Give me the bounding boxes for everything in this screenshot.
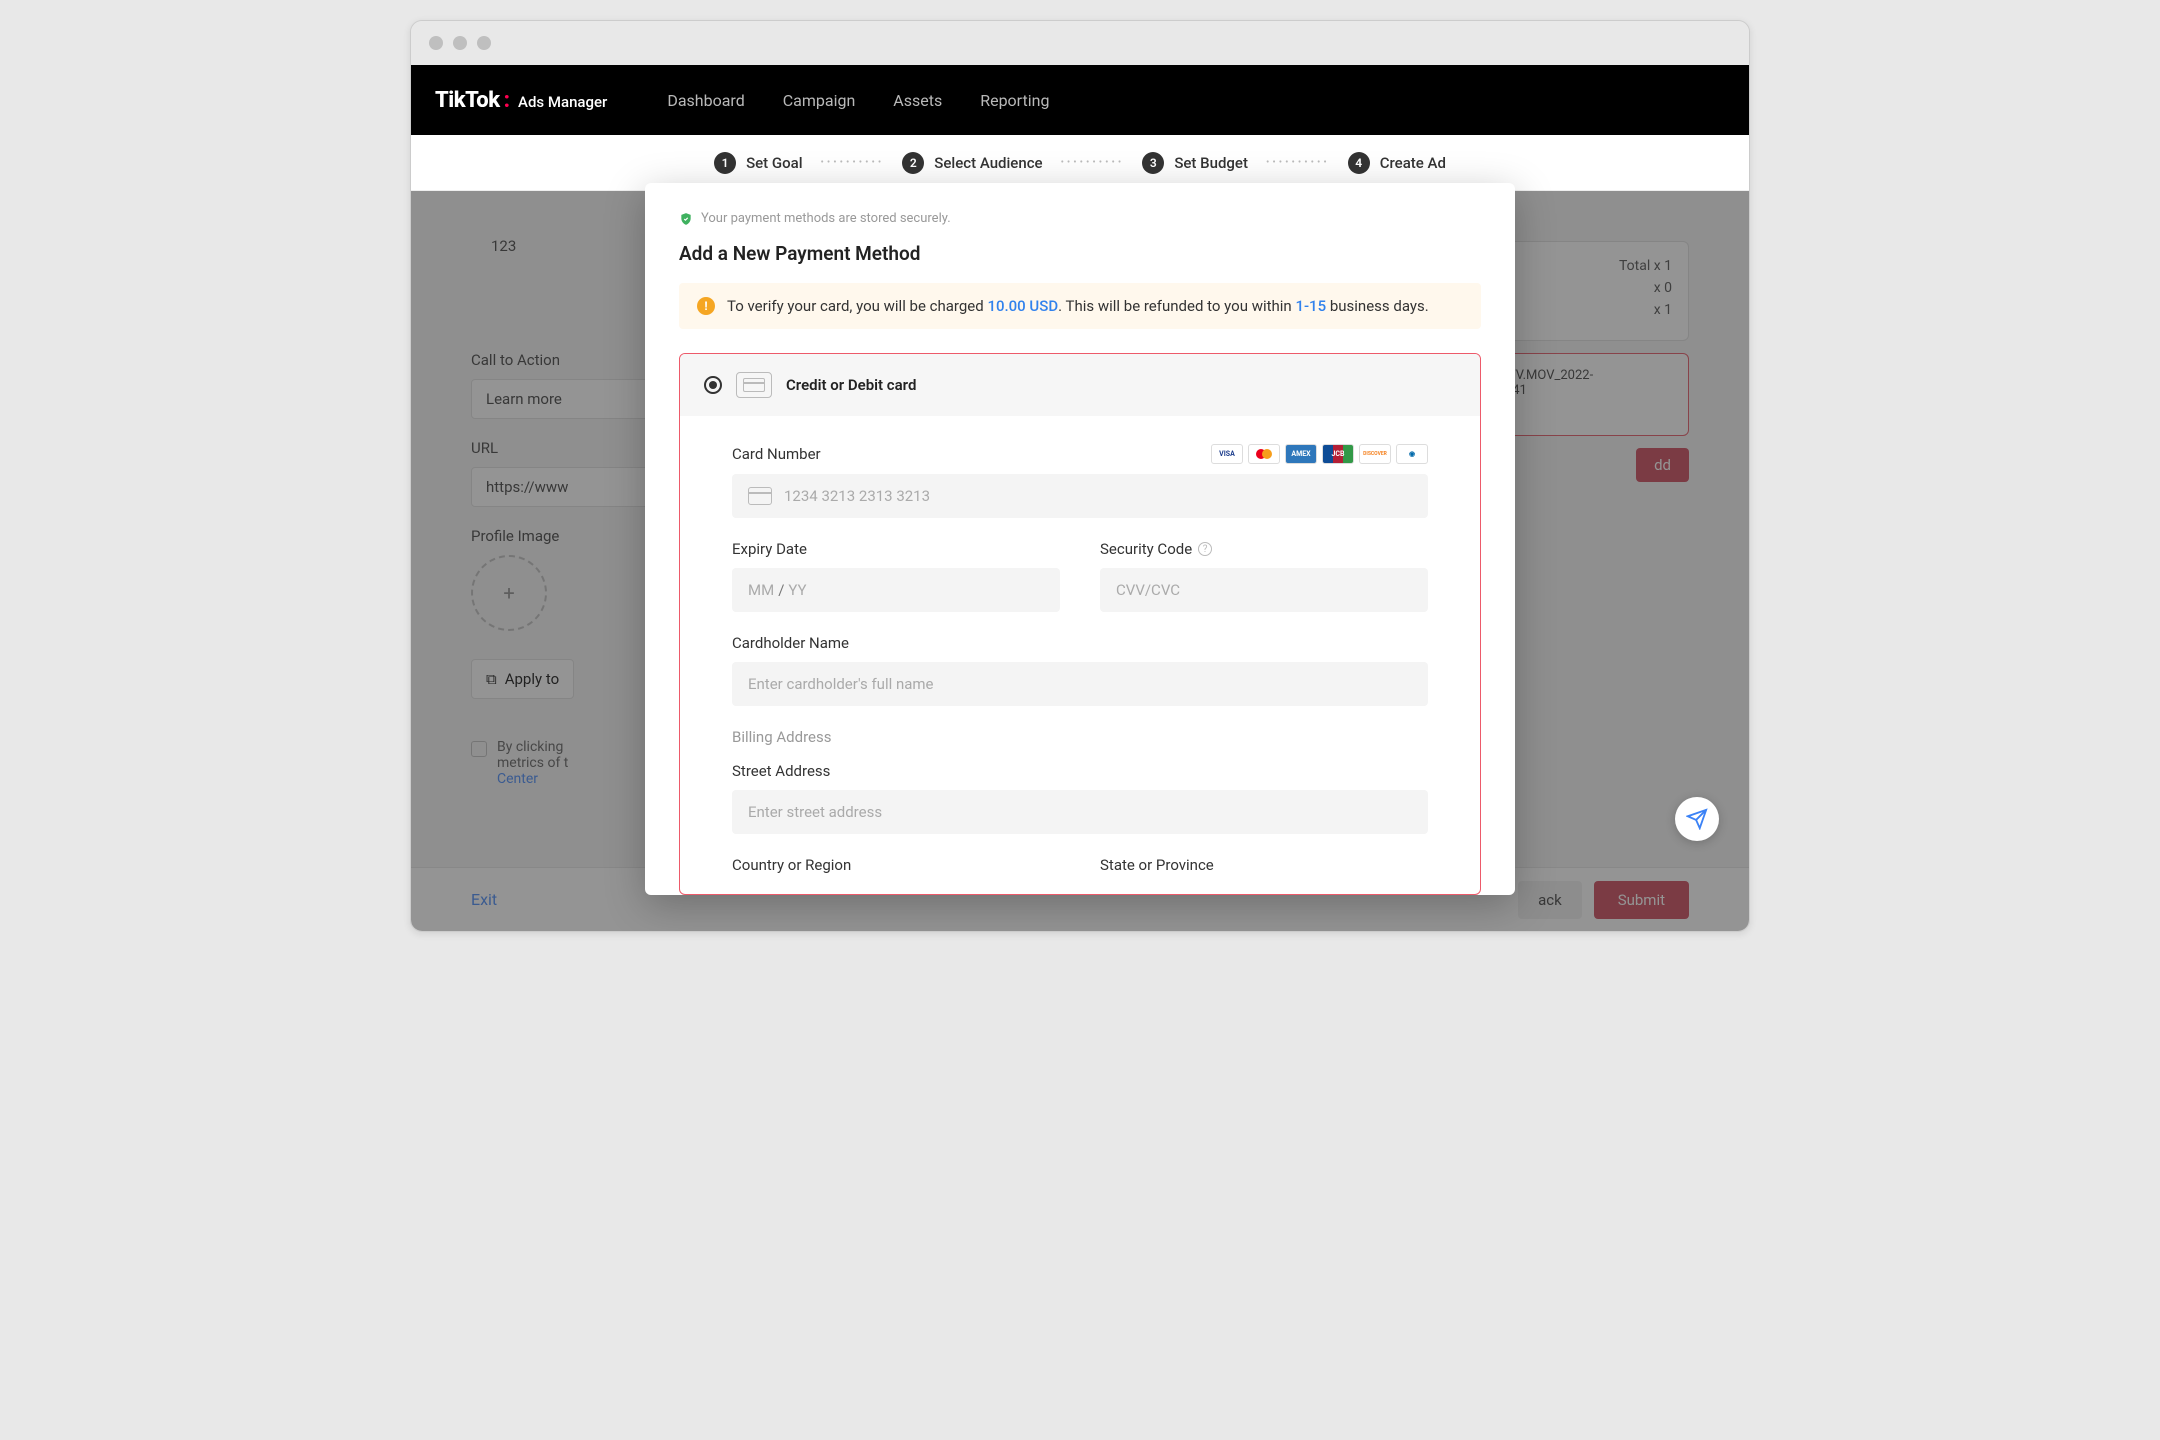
expiry-mm: MM [748, 581, 774, 599]
step-label: Create Ad [1380, 154, 1446, 172]
step-divider: •••••••••• [1266, 157, 1330, 168]
banner-mid: . This will be refunded to you within [1058, 297, 1295, 315]
payment-type-header[interactable]: Credit or Debit card [680, 354, 1480, 416]
expiry-separator: / [778, 581, 784, 599]
banner-prefix: To verify your card, you will be charged [727, 297, 987, 315]
diners-icon: ◉ [1396, 444, 1428, 464]
info-icon: ! [697, 297, 715, 315]
nav-dashboard[interactable]: Dashboard [667, 91, 744, 110]
step-1[interactable]: 1 Set Goal [714, 152, 802, 174]
cvv-input[interactable] [1100, 568, 1428, 612]
shield-check-icon [679, 212, 693, 226]
browser-chrome [411, 21, 1749, 65]
paper-plane-icon [1686, 808, 1708, 830]
visa-icon: VISA [1211, 444, 1243, 464]
browser-window: TikTok: Ads Manager Dashboard Campaign A… [410, 20, 1750, 932]
state-label: State or Province [1100, 856, 1428, 874]
discover-icon: DISCOVER [1359, 444, 1391, 464]
jcb-icon: JCB [1322, 444, 1354, 464]
card-number-input[interactable] [772, 474, 1412, 518]
step-divider: •••••••••• [821, 157, 885, 168]
step-label: Select Audience [934, 154, 1042, 172]
expiry-yy: YY [788, 581, 806, 599]
app-header: TikTok: Ads Manager Dashboard Campaign A… [411, 65, 1749, 135]
step-2[interactable]: 2 Select Audience [902, 152, 1042, 174]
logo-colon-icon: : [504, 88, 510, 113]
step-number-icon: 2 [902, 152, 924, 174]
step-number-icon: 1 [714, 152, 736, 174]
payment-form: Card Number VISA AMEX JCB DISCOVER ◉ [680, 416, 1480, 894]
banner-days: 1-15 [1295, 297, 1326, 315]
verification-banner: ! To verify your card, you will be charg… [679, 283, 1481, 329]
step-3[interactable]: 3 Set Budget [1142, 152, 1248, 174]
modal-title: Add a New Payment Method [679, 242, 1481, 265]
payment-type-label: Credit or Debit card [786, 376, 916, 394]
cvv-label: Security Code ? [1100, 540, 1428, 558]
step-label: Set Budget [1174, 154, 1248, 172]
country-label: Country or Region [732, 856, 1060, 874]
cardholder-label: Cardholder Name [732, 634, 1428, 652]
secure-notice: Your payment methods are stored securely… [679, 211, 1481, 226]
cardholder-input[interactable] [732, 662, 1428, 706]
logo-subtitle: Ads Manager [518, 93, 607, 111]
mastercard-icon [1248, 444, 1280, 464]
street-label: Street Address [732, 762, 1428, 780]
main-content: 123 Call to Action Learn more URL https:… [411, 191, 1749, 931]
send-feedback-button[interactable] [1675, 797, 1719, 841]
nav-reporting[interactable]: Reporting [980, 91, 1049, 110]
step-number-icon: 3 [1142, 152, 1164, 174]
amex-icon: AMEX [1285, 444, 1317, 464]
payment-method-card: Credit or Debit card Card Number VISA AM… [679, 353, 1481, 895]
window-maximize-dot[interactable] [477, 36, 491, 50]
main-nav: Dashboard Campaign Assets Reporting [667, 91, 1049, 110]
window-close-dot[interactable] [429, 36, 443, 50]
secure-text: Your payment methods are stored securely… [701, 211, 951, 226]
card-number-label: Card Number [732, 445, 821, 463]
billing-section-title: Billing Address [732, 728, 1428, 746]
logo-text: TikTok [435, 88, 500, 113]
street-input[interactable] [732, 790, 1428, 834]
expiry-input[interactable]: MM / YY [732, 568, 1060, 612]
step-divider: •••••••••• [1061, 157, 1125, 168]
payment-modal: Your payment methods are stored securely… [645, 183, 1515, 895]
logo[interactable]: TikTok: Ads Manager [435, 88, 607, 113]
window-minimize-dot[interactable] [453, 36, 467, 50]
credit-card-icon [736, 372, 772, 398]
banner-amount: 10.00 USD [987, 297, 1058, 315]
help-icon[interactable]: ? [1198, 542, 1212, 556]
card-icon [748, 487, 772, 505]
step-4[interactable]: 4 Create Ad [1348, 152, 1446, 174]
nav-assets[interactable]: Assets [893, 91, 942, 110]
step-number-icon: 4 [1348, 152, 1370, 174]
payment-type-radio[interactable] [704, 376, 722, 394]
nav-campaign[interactable]: Campaign [783, 91, 856, 110]
accepted-cards: VISA AMEX JCB DISCOVER ◉ [1211, 444, 1428, 464]
banner-suffix: business days. [1326, 297, 1429, 315]
expiry-label: Expiry Date [732, 540, 1060, 558]
card-number-input-wrapper[interactable] [732, 474, 1428, 518]
step-label: Set Goal [746, 154, 802, 172]
